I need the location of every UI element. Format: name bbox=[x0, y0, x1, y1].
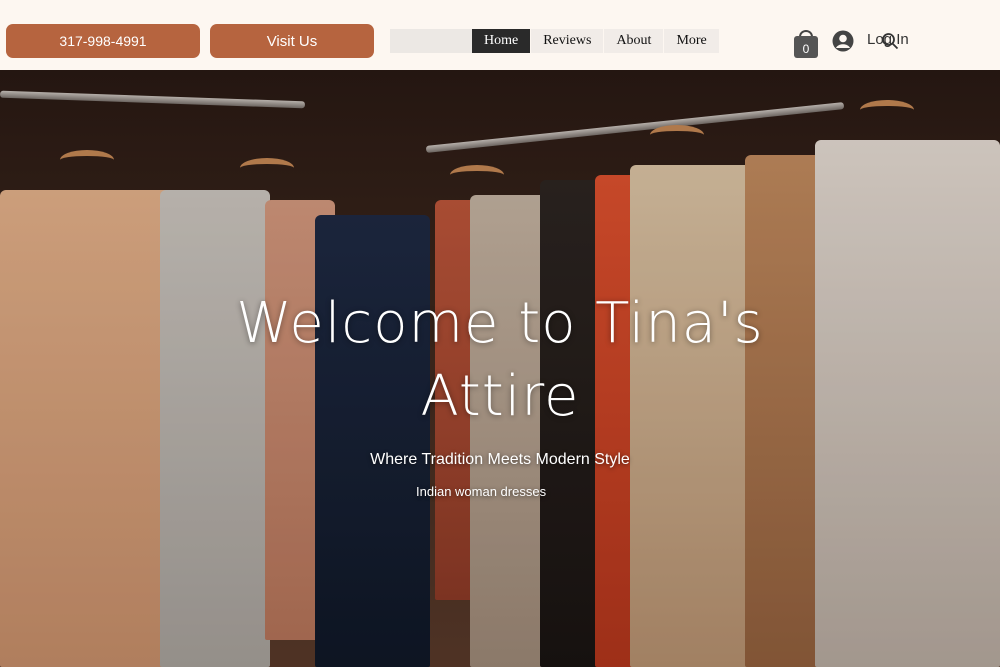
main-nav: Home Reviews About More bbox=[472, 29, 720, 53]
hero-title-line1: Welcome to Tina's bbox=[236, 291, 764, 356]
phone-button[interactable]: 317-998-4991 bbox=[6, 24, 200, 58]
nav-reviews[interactable]: Reviews bbox=[531, 29, 604, 53]
visit-us-button[interactable]: Visit Us bbox=[210, 24, 374, 58]
hero-image-alt-text: Indian woman dresses bbox=[416, 484, 547, 499]
nav-more[interactable]: More bbox=[664, 29, 719, 53]
cart-icon[interactable]: 0 bbox=[791, 25, 821, 59]
site-header: 317-998-4991 Visit Us Home Reviews About… bbox=[0, 0, 1000, 70]
search-icon[interactable] bbox=[881, 32, 899, 50]
nav-home[interactable]: Home bbox=[472, 29, 531, 53]
cart-count: 0 bbox=[803, 42, 810, 56]
hero-title-line2: Attire bbox=[420, 364, 580, 429]
nav-about[interactable]: About bbox=[604, 29, 664, 53]
hero-tagline: Where Tradition Meets Modern Style bbox=[370, 451, 630, 468]
avatar-icon[interactable] bbox=[832, 30, 854, 52]
nav-search-box[interactable] bbox=[390, 29, 472, 53]
